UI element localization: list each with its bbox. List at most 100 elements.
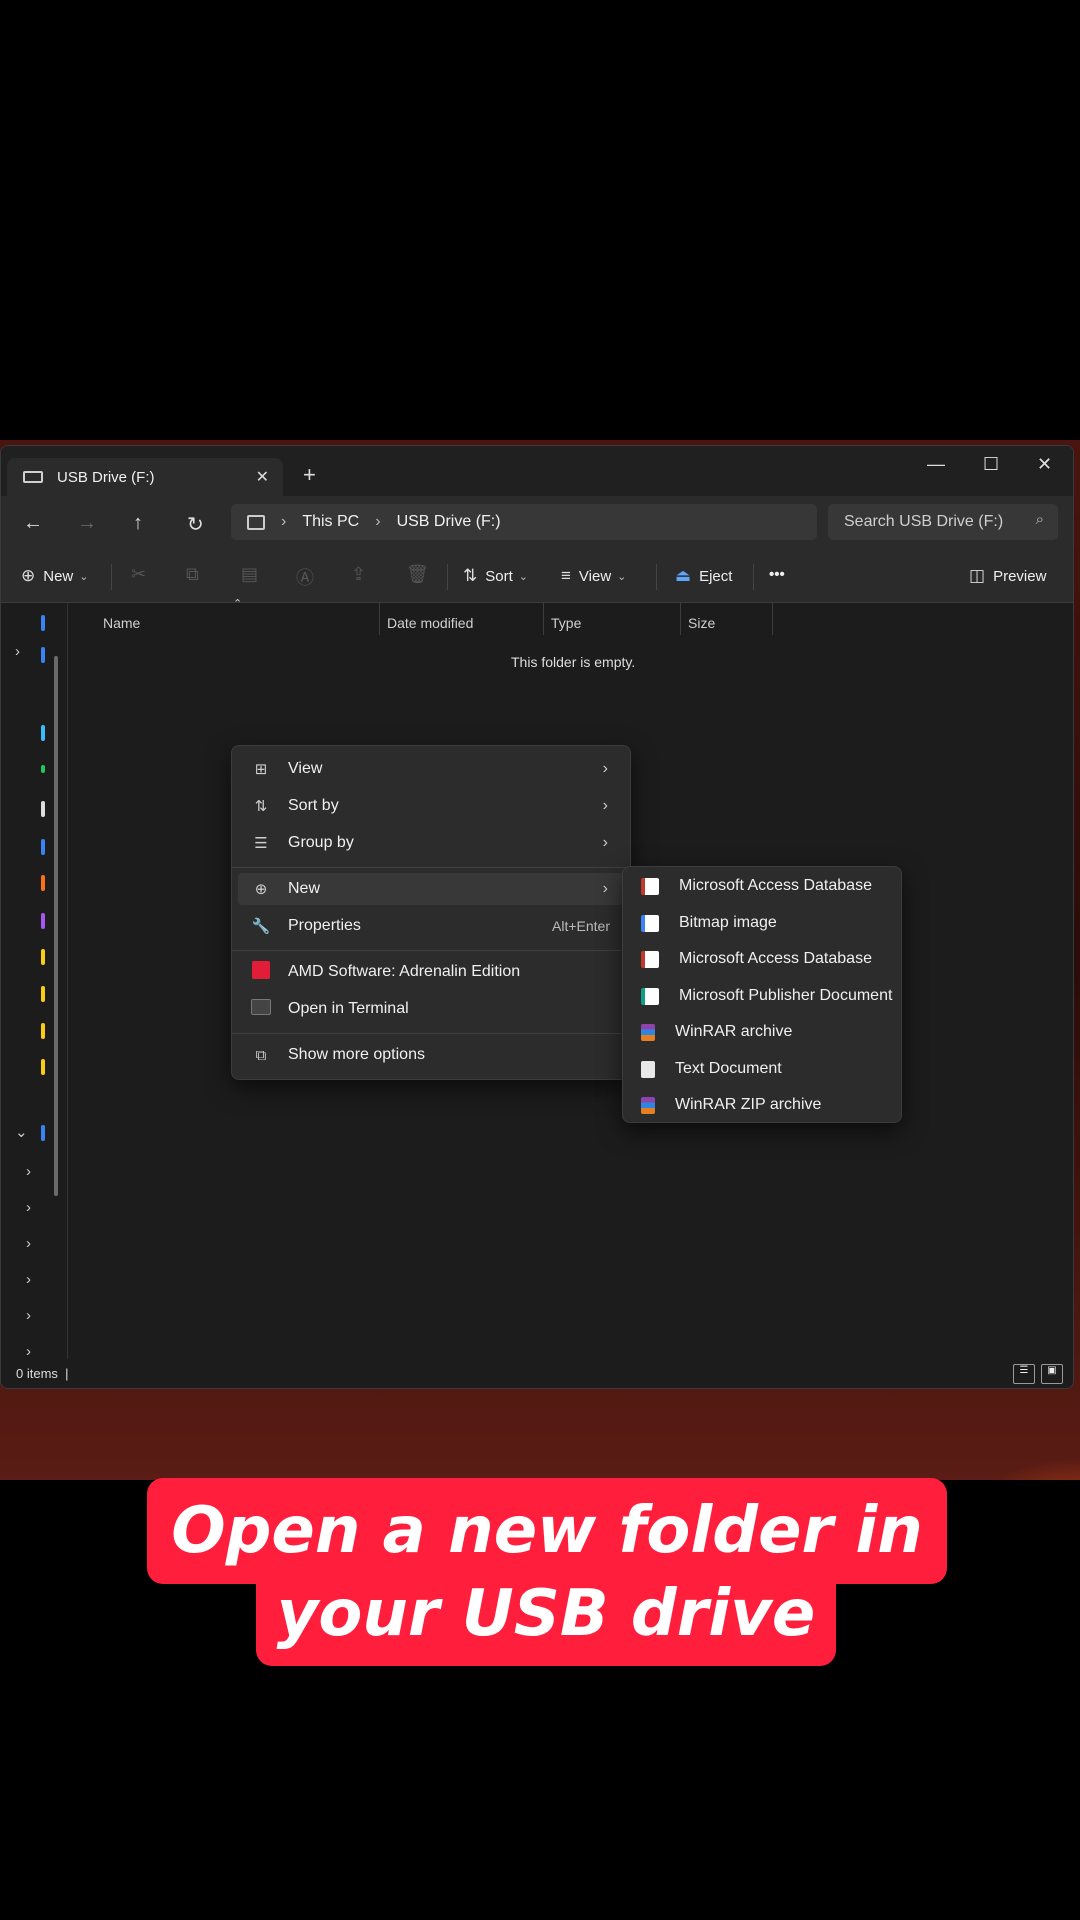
submenu-item-text-document[interactable]: Text Document: [629, 1053, 895, 1085]
column-divider[interactable]: [543, 603, 544, 635]
chevron-down-icon: ⌄: [79, 570, 89, 583]
sort-label: Sort: [485, 567, 513, 585]
context-item-label: Group by: [288, 834, 354, 851]
status-bar: 0 items | ☰ ▣: [1, 1360, 1073, 1388]
context-item-group-by[interactable]: ☰ Group by ›: [238, 827, 624, 859]
view-lines-icon: ≡: [561, 566, 571, 585]
context-item-properties[interactable]: 🔧 Properties Alt+Enter: [238, 910, 624, 942]
tab-usb-drive[interactable]: USB Drive (F:) ✕: [7, 458, 283, 496]
submenu-item-winrar-zip[interactable]: WinRAR ZIP archive: [629, 1089, 895, 1121]
folder-icon[interactable]: [41, 1023, 45, 1039]
forward-arrow-icon[interactable]: →: [77, 512, 97, 535]
terminal-icon: [250, 999, 272, 1019]
context-item-view[interactable]: ⊞ View ›: [238, 753, 624, 785]
column-divider[interactable]: [680, 603, 681, 635]
folder-icon[interactable]: [41, 949, 45, 965]
delete-icon[interactable]: 🗑: [406, 564, 429, 585]
rename-icon[interactable]: Ⓐ: [296, 564, 314, 590]
folder-icon[interactable]: [41, 986, 45, 1002]
folder-icon[interactable]: [41, 1059, 45, 1075]
chevron-down-icon[interactable]: ⌄: [15, 1123, 28, 1141]
column-divider[interactable]: [772, 603, 773, 635]
column-header-type[interactable]: Type: [551, 603, 581, 643]
submenu-item-access-database[interactable]: Microsoft Access Database: [629, 943, 895, 975]
column-header-date-modified[interactable]: Date modified: [387, 603, 473, 643]
share-icon[interactable]: ⇪: [351, 564, 366, 585]
breadcrumb-usb-drive[interactable]: USB Drive (F:): [397, 513, 501, 531]
column-header-size[interactable]: Size: [688, 603, 715, 643]
bitmap-icon: [641, 914, 659, 932]
chevron-right-icon: ›: [602, 880, 608, 897]
chevron-right-icon[interactable]: ›: [26, 1271, 31, 1288]
breadcrumb-this-pc[interactable]: This PC: [302, 513, 359, 531]
large-icons-view-icon[interactable]: ▣: [1041, 1364, 1063, 1384]
submenu-item-access-database[interactable]: Microsoft Access Database: [629, 870, 895, 902]
item-count: 0 items |: [16, 1366, 69, 1381]
submenu-item-publisher-document[interactable]: Microsoft Publisher Document: [629, 980, 895, 1012]
context-item-label: Show more options: [288, 1046, 425, 1063]
close-window-button[interactable]: ✕: [1037, 454, 1052, 475]
chevron-right-icon[interactable]: ›: [26, 1235, 31, 1252]
submenu-item-winrar-archive[interactable]: WinRAR archive: [629, 1016, 895, 1048]
view-button[interactable]: ≡ View ⌄: [561, 566, 626, 586]
address-bar[interactable]: › This PC › USB Drive (F:): [231, 504, 817, 540]
sort-icon: ⇅: [463, 566, 478, 585]
context-item-new[interactable]: ⊕ New ›: [238, 873, 624, 905]
more-options-icon[interactable]: •••: [769, 566, 785, 583]
onedrive-icon[interactable]: [41, 647, 45, 663]
context-item-show-more-options[interactable]: ⧉ Show more options: [238, 1039, 624, 1071]
cut-icon[interactable]: ✂: [131, 564, 146, 585]
documents-icon[interactable]: [41, 801, 45, 817]
chevron-right-icon[interactable]: ›: [15, 643, 20, 660]
refresh-icon[interactable]: ↻: [187, 512, 204, 537]
paste-icon[interactable]: ▤: [241, 564, 258, 585]
context-item-sort-by[interactable]: ⇅ Sort by ›: [238, 790, 624, 822]
wrench-icon: 🔧: [251, 918, 271, 935]
caption-line-1: Open a new folder in: [147, 1478, 947, 1584]
submenu-item-label: Microsoft Access Database: [679, 877, 872, 894]
sidebar-scrollbar[interactable]: [54, 656, 58, 1196]
new-tab-button[interactable]: +: [303, 462, 316, 488]
submenu-item-bitmap-image[interactable]: Bitmap image: [629, 907, 895, 939]
sort-button[interactable]: ⇅ Sort ⌄: [463, 566, 528, 586]
chevron-right-icon[interactable]: ›: [26, 1307, 31, 1324]
new-button[interactable]: ⊕ New ⌄: [21, 566, 88, 586]
column-divider[interactable]: [379, 603, 380, 635]
divider: [656, 564, 657, 590]
chevron-right-icon[interactable]: ›: [26, 1163, 31, 1180]
chevron-down-icon: ⌄: [518, 570, 528, 583]
column-header-name[interactable]: Name: [103, 603, 140, 643]
access-icon: [641, 877, 659, 895]
chevron-right-icon[interactable]: ›: [26, 1199, 31, 1216]
context-item-amd-software[interactable]: AMD Software: Adrenalin Edition: [238, 956, 624, 988]
maximize-button[interactable]: ☐: [983, 454, 999, 475]
search-input[interactable]: Search USB Drive (F:) ⌕: [828, 504, 1058, 540]
chevron-right-icon: ›: [375, 513, 381, 530]
preview-button[interactable]: ◫ Preview: [969, 566, 1046, 586]
pictures-icon[interactable]: [41, 839, 45, 855]
navigation-bar: ← → ↑ ↻ › This PC › USB Drive (F:) Searc…: [1, 496, 1073, 552]
sort-ascending-icon: ⌃: [233, 597, 243, 610]
minimize-button[interactable]: —: [927, 454, 945, 475]
music-icon[interactable]: [41, 875, 45, 891]
title-bar: USB Drive (F:) ✕ + — ☐ ✕: [1, 446, 1073, 496]
details-view-icon[interactable]: ☰: [1013, 1364, 1035, 1384]
tab-close-icon[interactable]: ✕: [256, 467, 269, 487]
usb-drive-icon: [23, 471, 43, 483]
context-item-open-terminal[interactable]: Open in Terminal: [238, 993, 624, 1025]
desktop-icon[interactable]: [41, 725, 45, 741]
this-pc-icon: [247, 514, 265, 530]
submenu-item-label: Text Document: [675, 1060, 782, 1077]
downloads-icon[interactable]: [41, 765, 45, 773]
videos-icon[interactable]: [41, 913, 45, 929]
quick-access-icon[interactable]: [41, 615, 45, 631]
copy-icon[interactable]: ⧉: [186, 564, 199, 585]
menu-divider: [232, 867, 630, 868]
this-pc-icon[interactable]: [41, 1125, 45, 1141]
back-arrow-icon[interactable]: ←: [23, 512, 43, 535]
chevron-right-icon[interactable]: ›: [26, 1343, 31, 1360]
eject-button[interactable]: ⏏ Eject: [675, 566, 732, 586]
context-item-label: Properties: [288, 917, 361, 934]
divider: [111, 564, 112, 590]
up-arrow-icon[interactable]: ↑: [133, 512, 143, 535]
